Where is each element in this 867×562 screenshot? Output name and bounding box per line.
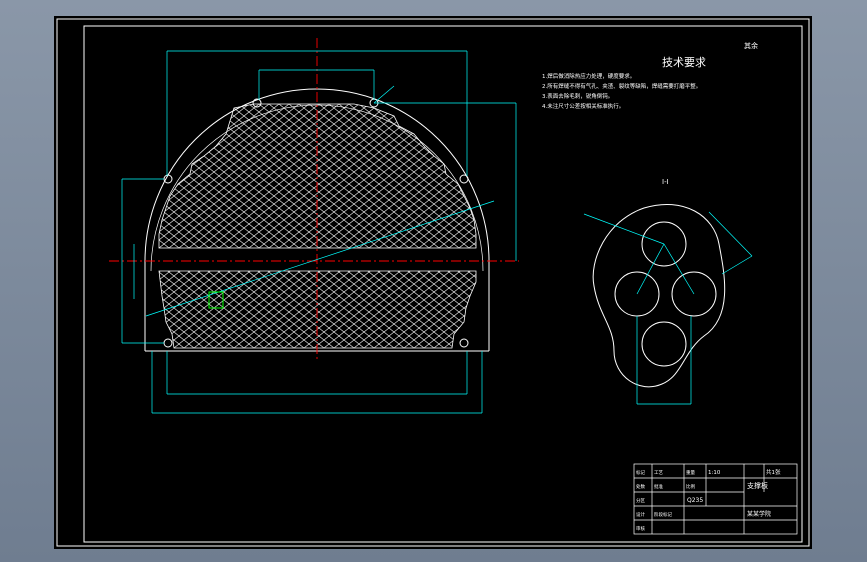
cad-viewport[interactable]: 技术要求 其余 I-I 1.焊后做消除热应力处理，硬度要求。 2.所有焊缝不得有…	[54, 16, 812, 549]
tech-note-1: 1.焊后做消除热应力处理，硬度要求。	[542, 72, 635, 80]
tech-note-4: 4.未注尺寸公差按相关标准执行。	[542, 102, 624, 110]
title-block-label-6: 批准	[654, 483, 663, 490]
title-block-label-7: 阶段标记	[654, 511, 672, 518]
title-block-company: 某某学院	[747, 510, 771, 518]
section-detail-dims	[583, 211, 753, 405]
tech-requirements-title: 技术要求	[662, 56, 706, 69]
title-block-material: Q235	[687, 497, 703, 504]
tube-mesh-lower	[158, 270, 477, 349]
title-block-label-4: 审核	[636, 525, 645, 532]
title-block-sheet: 共1张	[766, 468, 781, 476]
section-label: I-I	[662, 178, 669, 186]
title-block-label-8: 重量	[686, 469, 695, 476]
title-block-label-3: 设计	[636, 511, 645, 518]
title-block-scale: 1:10	[708, 470, 721, 476]
tech-note-2: 2.所有焊缝不得有气孔、夹渣、裂纹等缺陷，焊缝需要打磨平整。	[542, 82, 701, 90]
title-block-label-2: 分区	[636, 497, 645, 504]
title-block-label-5: 工艺	[654, 470, 663, 476]
title-block-label-9: 比例	[686, 483, 695, 490]
tech-note-3: 3.表面去除毛刺，锐角倒钝。	[542, 92, 613, 100]
title-block-drawing-name: 支撑板	[747, 481, 768, 490]
section-detail	[592, 203, 726, 388]
title-block-label-1: 处数	[636, 483, 645, 490]
drawing-canvas: 技术要求 其余 I-I 1.焊后做消除热应力处理，硬度要求。 2.所有焊缝不得有…	[56, 18, 810, 547]
corner-roughness-mark: 其余	[744, 41, 758, 50]
tube-mesh-upper	[158, 103, 477, 249]
title-block-label-0: 标记	[636, 469, 645, 476]
